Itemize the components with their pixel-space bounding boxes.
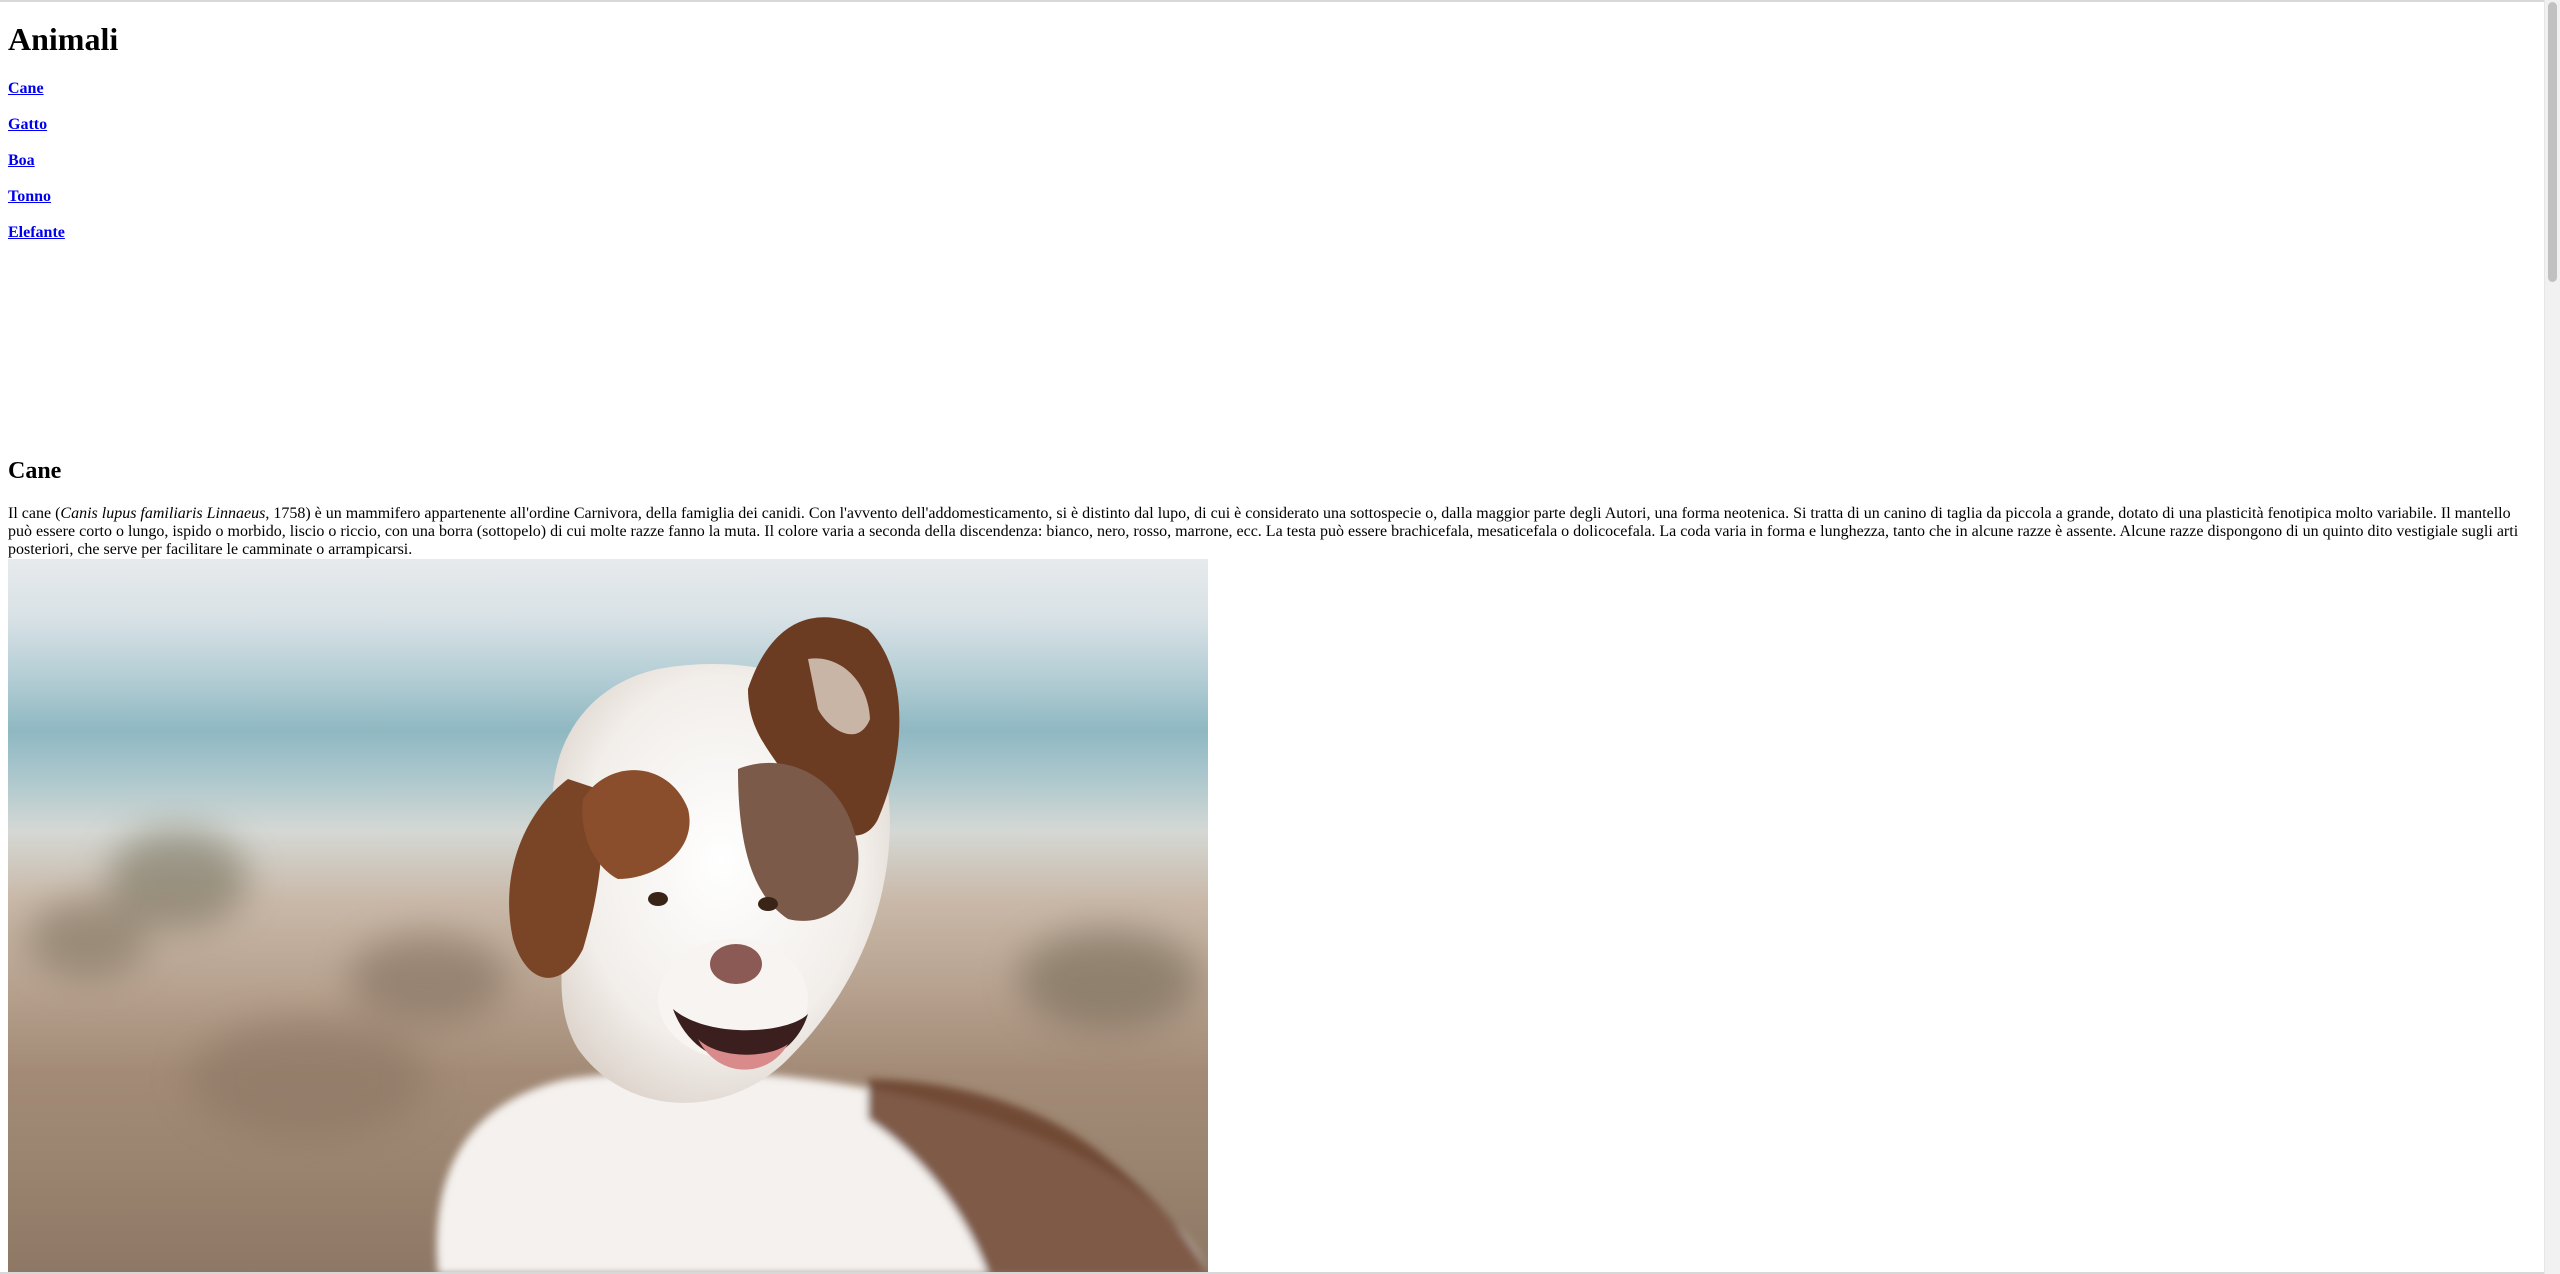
- dog-photo: [8, 559, 1208, 1274]
- dog-illustration: [28, 617, 1208, 1274]
- nav-link-cane[interactable]: Cane: [8, 79, 65, 115]
- section-description: Il cane (Canis lupus familiaris Linnaeus…: [8, 505, 2530, 559]
- nav-link-tonno[interactable]: Tonno: [8, 187, 65, 223]
- page-title: Animali: [8, 21, 119, 57]
- scientific-name: Canis lupus familiaris Linnaeus: [60, 505, 266, 522]
- vertical-scrollbar[interactable]: [2544, 0, 2560, 1274]
- nav-link-elefante[interactable]: Elefante: [8, 223, 65, 259]
- section-heading-cane: Cane: [8, 458, 62, 484]
- nav-link-boa[interactable]: Boa: [8, 151, 65, 187]
- animal-nav: Cane Gatto Boa Tonno Elefante: [8, 79, 65, 259]
- nav-link-gatto[interactable]: Gatto: [8, 115, 65, 151]
- page-content: Animali Cane Gatto Boa Tonno Elefante Ca…: [8, 0, 2536, 1274]
- scrollbar-thumb[interactable]: [2548, 2, 2557, 282]
- desc-prefix: Il cane (: [8, 505, 61, 522]
- desc-rest: , 1758) è un mammifero appartenente all'…: [8, 505, 2519, 558]
